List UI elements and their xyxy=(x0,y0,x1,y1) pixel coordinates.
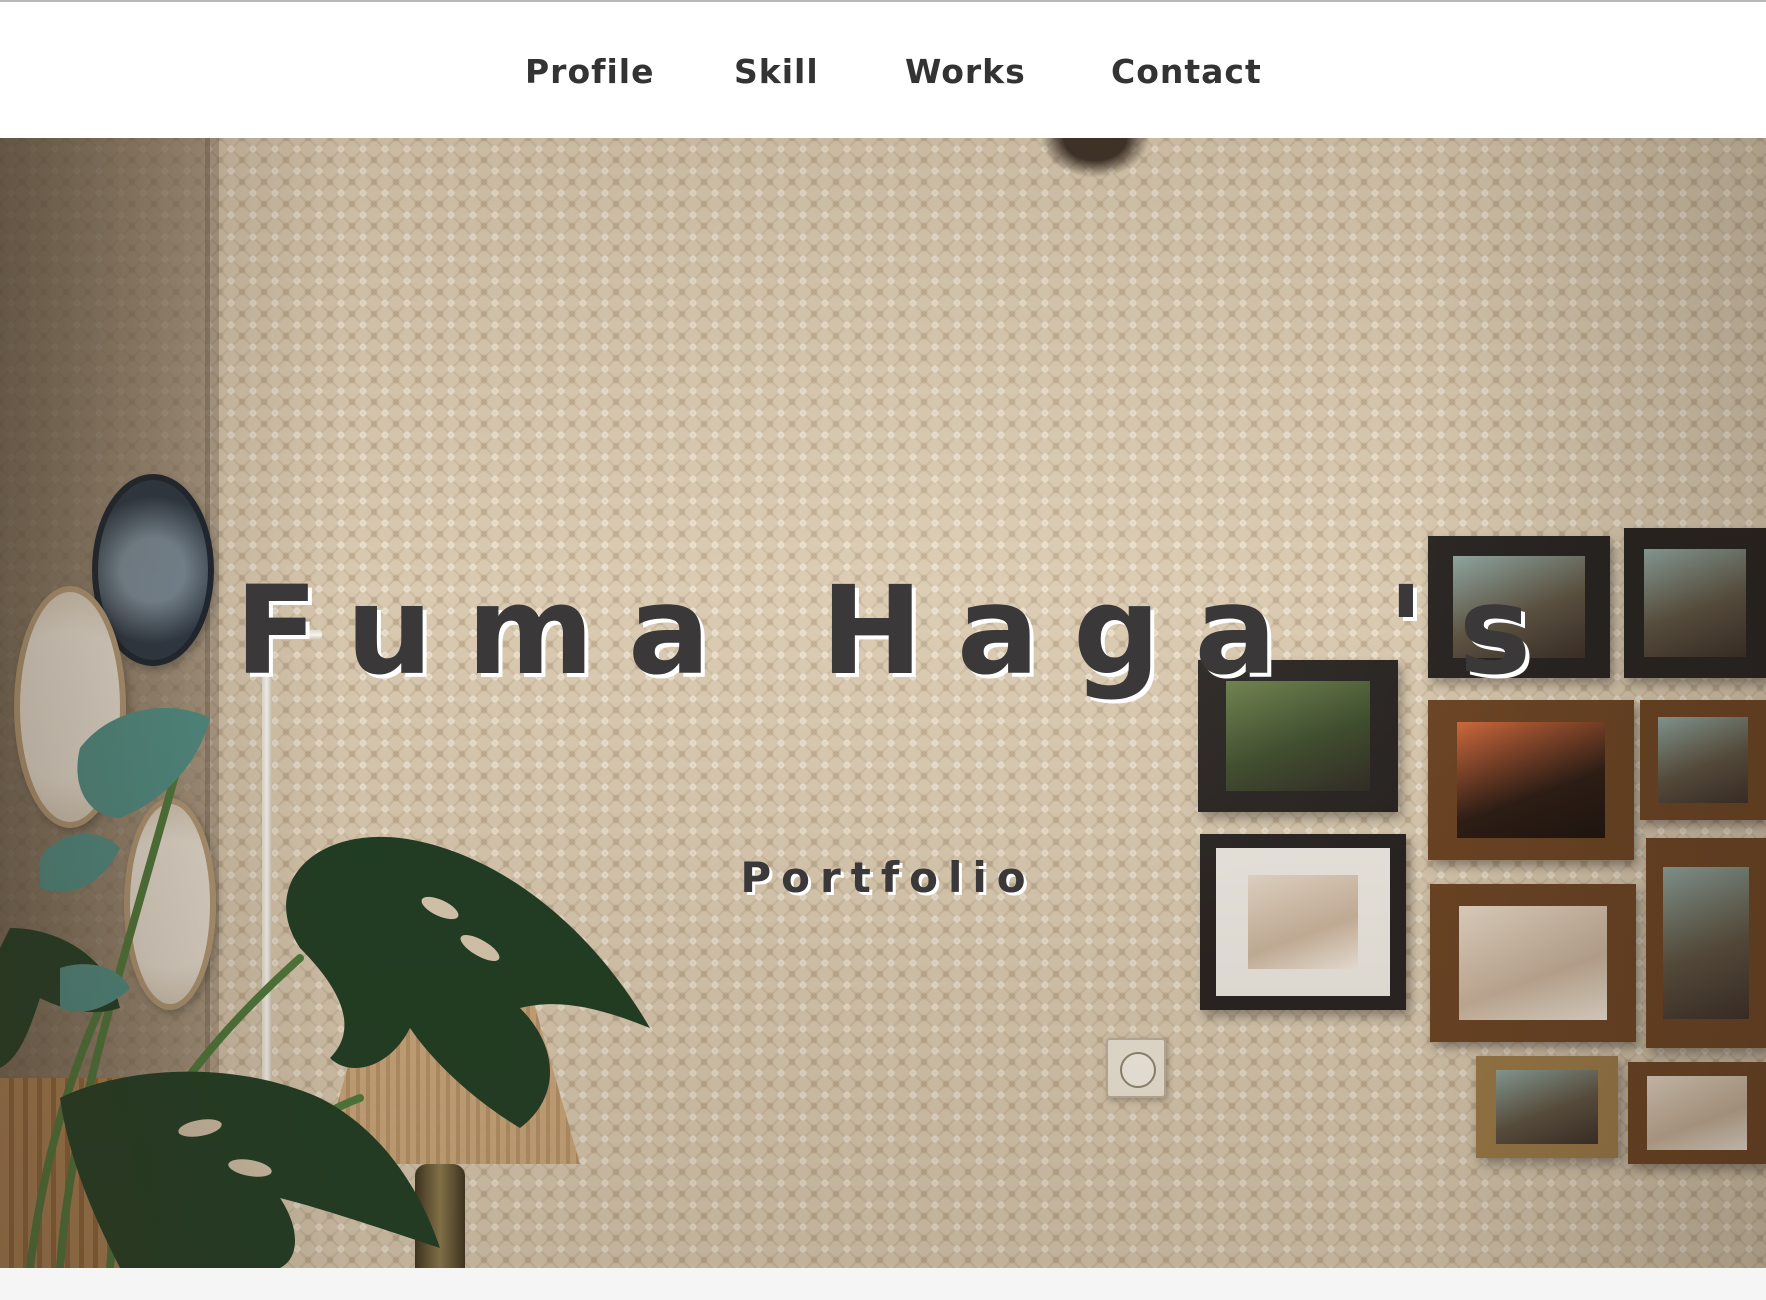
hero-section: Fuma Haga 's Portfolio xyxy=(0,138,1766,1268)
main-nav: Profile Skill Works Contact xyxy=(0,48,1766,96)
nav-contact-link[interactable]: Contact xyxy=(1111,48,1262,96)
page: Profile Skill Works Contact Fuma Haga 's… xyxy=(0,0,1766,1300)
hero-subtitle: Portfolio xyxy=(740,853,1036,902)
nav-profile-link[interactable]: Profile xyxy=(525,48,655,96)
page-bottom-strip xyxy=(0,1268,1766,1300)
nav-works-link[interactable]: Works xyxy=(905,48,1026,96)
hero-title: Fuma Haga 's xyxy=(234,560,1566,702)
nav-skill-link[interactable]: Skill xyxy=(734,48,819,96)
site-header: Profile Skill Works Contact xyxy=(0,0,1766,138)
